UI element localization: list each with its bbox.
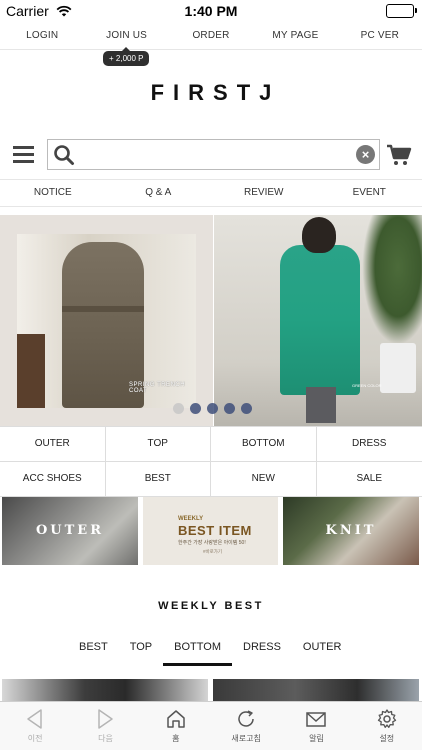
notice-link[interactable]: NOTICE — [0, 180, 106, 206]
pc-version-link[interactable]: PC VER — [338, 24, 422, 49]
category-acc-shoes[interactable]: ACC SHOES — [0, 462, 106, 497]
category-dress[interactable]: DRESS — [316, 427, 422, 462]
settings-label: 설정 — [379, 734, 395, 743]
trench-coat-caption: SPRING TRENCH COAT — [129, 382, 186, 394]
tab-best[interactable]: BEST — [68, 640, 119, 666]
slide-dot[interactable] — [173, 403, 184, 414]
home-icon — [167, 710, 185, 728]
slide-dot[interactable] — [224, 403, 235, 414]
order-link[interactable]: ORDER — [169, 24, 253, 49]
event-link[interactable]: EVENT — [317, 180, 422, 206]
join-us-link[interactable]: JOIN US — [84, 24, 168, 49]
notifications-label: 알림 — [309, 734, 324, 743]
category-sale[interactable]: SALE — [316, 462, 422, 497]
product-thumbnail[interactable] — [213, 679, 419, 701]
best-item-weekly-label: WEEKLY — [178, 516, 204, 522]
refresh-icon — [238, 710, 254, 727]
join-points-badge: + 2,000 P — [103, 47, 150, 66]
category-outer[interactable]: OUTER — [0, 427, 106, 462]
my-page-link[interactable]: MY PAGE — [253, 24, 337, 49]
best-item-promo-banner[interactable]: WEEKLY BEST ITEM 한주간 가장 사랑받은 아이템 50! #바로… — [143, 497, 278, 565]
trench-coat-photo: SPRING TRENCH COAT — [17, 234, 196, 408]
notifications-button[interactable]: 알림 — [281, 702, 351, 750]
board-menu: NOTICE Q & A REVIEW EVENT — [0, 179, 422, 207]
search-box: × — [47, 139, 380, 170]
tab-outer[interactable]: OUTER — [292, 640, 353, 666]
category-grid: OUTER TOP BOTTOM DRESS ACC SHOES BEST NE… — [0, 426, 422, 497]
outer-promo-label: OUTER — [35, 523, 105, 538]
clear-search-icon[interactable]: × — [356, 145, 375, 164]
home-label: 홈 — [172, 734, 180, 743]
back-label: 이전 — [27, 734, 43, 743]
category-new[interactable]: NEW — [211, 462, 317, 497]
refresh-label: 새로고침 — [231, 734, 261, 743]
back-button[interactable]: 이전 — [0, 702, 70, 750]
qna-link[interactable]: Q & A — [106, 180, 212, 206]
slide-dot[interactable] — [190, 403, 201, 414]
banner-slide-green-coat[interactable]: GREEN COLOR — [214, 215, 422, 426]
mail-icon — [306, 712, 327, 727]
search-input[interactable] — [82, 143, 352, 166]
battery-icon — [386, 4, 417, 18]
main-banner-slider[interactable]: SPRING TRENCH COAT GREEN COLOR — [0, 215, 422, 426]
slide-dot[interactable] — [207, 403, 218, 414]
weekly-best-tabs: BEST TOP BOTTOM DRESS OUTER — [68, 640, 352, 666]
green-coat-caption: GREEN COLOR — [352, 383, 382, 388]
banner-slide-trench-coat[interactable]: SPRING TRENCH COAT — [0, 215, 213, 426]
review-link[interactable]: REVIEW — [211, 180, 317, 206]
best-item-link[interactable]: #바로가기 — [203, 549, 222, 555]
forward-arrow-icon — [98, 709, 114, 729]
tab-bottom[interactable]: BOTTOM — [163, 640, 233, 666]
knit-promo-label: KNIT — [325, 523, 377, 538]
site-logo[interactable]: FIRSTJ — [0, 80, 422, 106]
forward-label: 다음 — [98, 734, 113, 743]
back-arrow-icon — [27, 709, 42, 729]
category-best[interactable]: BEST — [105, 462, 211, 497]
login-link[interactable]: LOGIN — [0, 24, 84, 49]
weekly-best-products — [0, 679, 422, 701]
cart-icon[interactable] — [386, 143, 412, 172]
clock: 1:40 PM — [184, 3, 238, 19]
search-icon[interactable] — [53, 144, 75, 171]
product-thumbnail[interactable] — [2, 679, 208, 701]
settings-button[interactable]: 설정 — [352, 702, 422, 750]
tab-top[interactable]: TOP — [119, 640, 163, 666]
slide-dot[interactable] — [241, 403, 252, 414]
best-item-description: 한주간 가장 사랑받은 아이템 50! — [178, 540, 246, 546]
bottom-tab-bar: 이전 다음 홈 새로고침 알림 설정 — [0, 701, 422, 750]
home-button[interactable]: 홈 — [141, 702, 211, 750]
best-item-title: BEST ITEM — [178, 523, 252, 538]
category-bottom[interactable]: BOTTOM — [211, 427, 317, 462]
status-bar: Carrier 1:40 PM — [0, 0, 422, 22]
category-top[interactable]: TOP — [105, 427, 211, 462]
refresh-button[interactable]: 새로고침 — [211, 702, 281, 750]
forward-button[interactable]: 다음 — [70, 702, 140, 750]
tab-dress[interactable]: DRESS — [232, 640, 292, 666]
member-menu: LOGIN JOIN US ORDER MY PAGE PC VER — [0, 24, 422, 50]
gear-icon — [377, 709, 396, 728]
outer-promo-banner[interactable]: OUTER — [2, 497, 138, 565]
slide-pagination — [173, 403, 252, 414]
menu-icon[interactable] — [13, 146, 34, 164]
knit-promo-banner[interactable]: KNIT — [283, 497, 419, 565]
weekly-best-title: WEEKLY BEST — [158, 600, 264, 612]
